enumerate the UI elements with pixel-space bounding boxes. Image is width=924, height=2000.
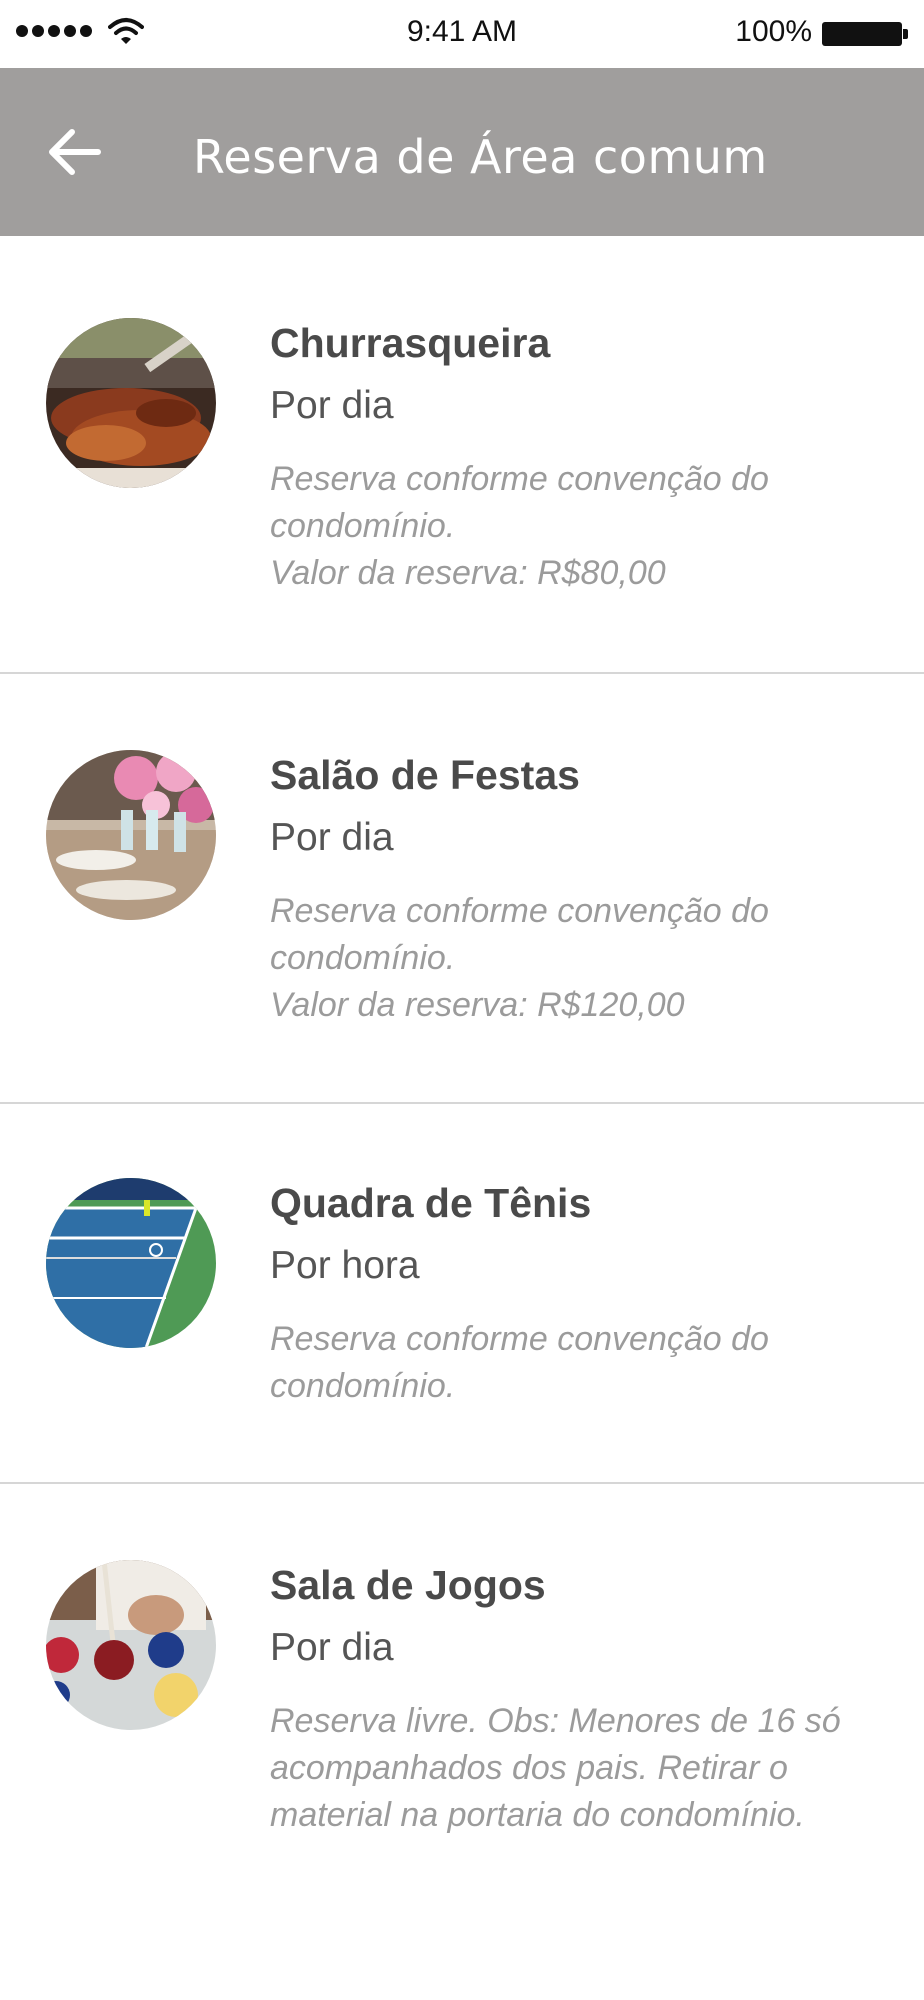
app-bar: Reserva de Área comum [0,68,924,236]
item-period: Por dia [270,816,394,859]
billiards-photo [46,1560,216,1730]
item-period: Por dia [270,1626,394,1669]
battery-icon [822,22,908,46]
item-description: Reserva conforme convenção do condomínio… [270,460,769,592]
page-title: Reserva de Área comum [193,130,768,184]
battery-percentage: 100% [735,15,812,48]
item-name: Quadra de Tênis [270,1180,592,1226]
list-item-quadra-de-tenis[interactable]: Quadra de Tênis Por hora Reserva conform… [0,1104,924,1484]
list-item-sala-de-jogos[interactable]: Sala de Jogos Por dia Reserva livre. Obs… [0,1484,924,1984]
item-description: Reserva conforme convenção do condomínio… [270,892,769,1024]
item-period: Por hora [270,1244,420,1287]
item-name: Salão de Festas [270,752,580,798]
list-item-churrasqueira[interactable]: Churrasqueira Por dia Reserva conforme c… [0,236,924,674]
tennis-court-photo [46,1178,216,1348]
arrow-left-icon[interactable] [46,126,102,178]
status-bar: 9:41 AM 100% [0,0,924,68]
item-description: Reserva conforme convenção do condomínio… [270,1320,769,1405]
item-period: Por dia [270,384,394,427]
item-name: Churrasqueira [270,320,551,366]
list-item-salao-de-festas[interactable]: Salão de Festas Por dia Reserva conforme… [0,674,924,1104]
party-hall-photo [46,750,216,920]
item-name: Sala de Jogos [270,1562,546,1608]
common-area-list: Churrasqueira Por dia Reserva conforme c… [0,236,924,1984]
barbecue-photo [46,318,216,488]
item-description: Reserva livre. Obs: Menores de 16 só aco… [270,1702,841,1834]
